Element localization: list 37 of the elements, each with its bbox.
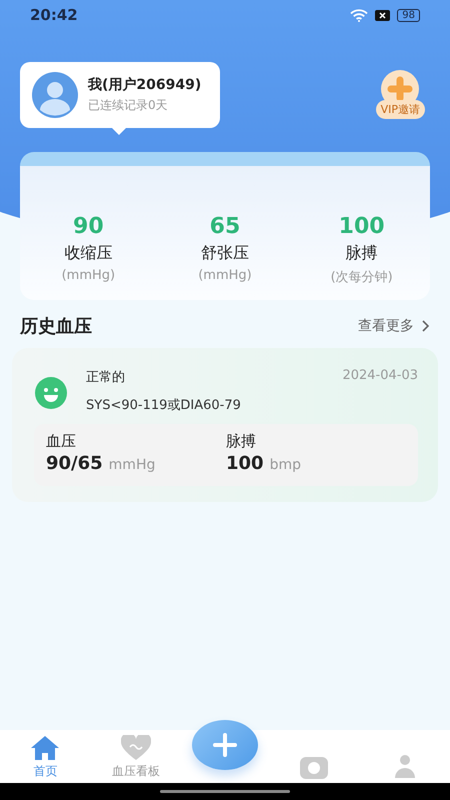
streak-text: 已连续记录0天 [88,97,169,114]
stat-label: 收缩压 [64,243,112,264]
chevron-right-icon [420,320,430,332]
range-text: SYS<90-119或DIA60-79 [86,397,242,414]
reading-label: 脉搏 [226,432,257,451]
tab[interactable]: 血压看板 [101,735,172,780]
section-title: 历史血压 [20,315,92,338]
battery-level: 98 [397,8,420,22]
reading-label: 血压 [46,432,77,451]
wifi-icon [350,8,368,22]
plus-icon [212,733,237,757]
reading-unit: bmp [270,457,301,473]
home-icon [30,735,60,761]
user-name: 我(用户206949) [88,76,202,94]
stat-unit: (次每分钟) [330,269,393,286]
avatar-icon [32,72,78,118]
vip-invite-button[interactable]: VIP邀请 [376,100,425,119]
record-card[interactable]: 正常的 SYS<90-119或DIA60-79 2024-04-03 血压 90/65 mmHg 脉搏 100 bmp [12,348,438,502]
stat-label: 脉搏 [346,243,378,264]
tab[interactable]: 首页 [10,735,80,780]
stat-value: 90 [73,214,104,239]
heart-icon [121,735,152,761]
stat-unit: (mmHg) [198,268,252,283]
reading-value: 100 [226,453,264,474]
stat-label: 舒张压 [200,243,249,264]
see-more-link[interactable]: 查看更多 [358,317,430,335]
record-date: 2024-04-03 [342,368,418,383]
close-icon [375,10,390,20]
reading-unit: mmHg [108,457,156,473]
add-button[interactable] [192,720,258,770]
stat-value: 100 [338,214,385,239]
stat-value: 65 [210,214,240,239]
status-time: 20:42 [30,6,78,24]
stat-unit: (mmHg) [62,268,116,283]
reading-value: 90/65 [46,453,103,474]
camera-icon [298,754,329,780]
status-text: 正常的 [86,369,126,386]
